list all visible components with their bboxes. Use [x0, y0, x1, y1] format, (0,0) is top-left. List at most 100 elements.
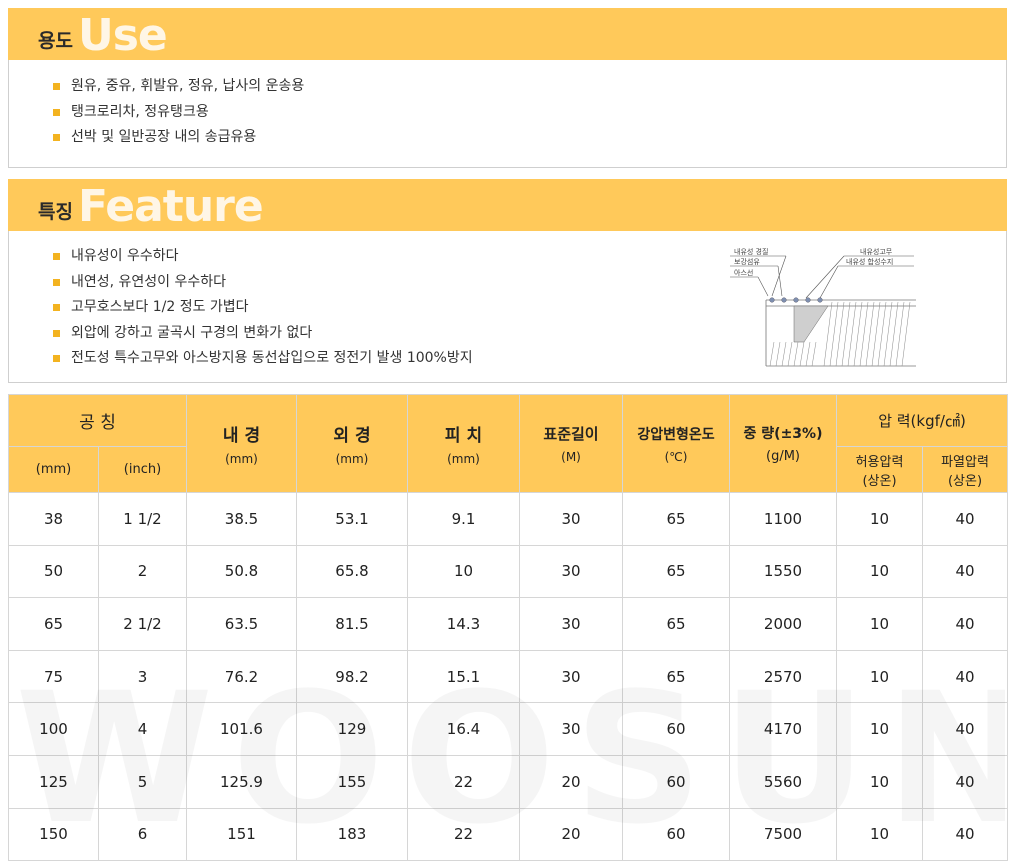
list-item: 원유, 중유, 휘발유, 정유, 납사의 운송용 [53, 74, 304, 100]
table-cell: 40 [922, 702, 1008, 756]
table-cell: 65 [622, 597, 730, 651]
table-cell: 4 [98, 702, 187, 756]
spec-table-body: 38 1 1/2 38.5 53.1 9.1 30 65 1100 10 40 50 2 50.8 65.… [8, 492, 1008, 862]
table-cell: 50 [8, 544, 99, 599]
table-cell: 60 [622, 702, 730, 756]
table-cell: 10 [836, 702, 923, 756]
table-cell: 65.8 [296, 544, 408, 599]
table-cell: 4170 [729, 702, 837, 756]
table-cell: 3 [98, 649, 187, 704]
header-outer-diameter: 외 경 (mm) [296, 394, 408, 493]
list-item: 전도성 특수고무와 아스방지용 동선삽입으로 정전기 발생 100%방지 [53, 346, 473, 372]
header-pitch: 피 치 (mm) [407, 394, 520, 493]
bullet-square-icon [53, 329, 60, 337]
list-item: 고무호스보다 1/2 정도 가볍다 [53, 295, 473, 321]
table-cell: 40 [922, 597, 1008, 651]
table-cell: 9.1 [407, 492, 520, 546]
table-cell: 10 [407, 544, 520, 599]
table-cell: 10 [836, 649, 923, 704]
table-row: 75 3 76.2 98.2 15.1 30 65 2570 10 40 [8, 649, 1008, 704]
table-row: 100 4 101.6 129 16.4 30 60 4170 10 40 [8, 702, 1008, 756]
table-cell: 10 [836, 807, 923, 862]
table-cell: 183 [296, 807, 408, 862]
use-list: 원유, 중유, 휘발유, 정유, 납사의 운송용 탱크로리차, 정유탱크용 선박… [53, 74, 304, 151]
use-section-title: 용도 [38, 30, 73, 52]
table-cell: 125 [8, 754, 99, 809]
table-cell: 150 [8, 807, 99, 862]
table-cell: 53.1 [296, 492, 408, 546]
bullet-square-icon [53, 253, 60, 260]
feature-section-title: 특징 [38, 201, 73, 223]
table-cell: 2570 [729, 649, 837, 704]
table-cell: 38 [8, 492, 99, 546]
table-cell: 60 [622, 754, 730, 809]
list-item: 외압에 강하고 굴곡시 구경의 변화가 없다 [53, 321, 473, 347]
table-row: 150 6 151 183 22 20 60 7500 10 40 [8, 807, 1008, 862]
table-cell: 81.5 [296, 597, 408, 651]
header-inner-diameter: 내 경 (mm) [186, 394, 297, 493]
table-row: 65 2 1/2 63.5 81.5 14.3 30 65 2000 10 40 [8, 597, 1008, 651]
hose-structure-diagram: 내유성 경질 보강섬유 아스선 내유성고무 내유성 합성수지 [728, 244, 918, 372]
feature-list: 내유성이 우수하다 내연성, 유연성이 우수하다 고무호스보다 1/2 정도 가… [53, 244, 473, 372]
table-cell: 30 [519, 702, 623, 756]
table-cell: 20 [519, 807, 623, 862]
table-cell: 6 [98, 807, 187, 862]
table-cell: 75 [8, 649, 99, 704]
table-cell: 10 [836, 754, 923, 809]
table-cell: 15.1 [407, 649, 520, 704]
header-allowable-pressure: 허용압력 (상온) [836, 446, 923, 493]
list-item: 탱크로리차, 정유탱크용 [53, 100, 304, 126]
table-cell: 65 [622, 544, 730, 599]
table-cell: 1550 [729, 544, 837, 599]
header-pressure: 압 력(kgf/㎠) [836, 394, 1008, 447]
table-cell: 155 [296, 754, 408, 809]
use-section-body: 원유, 중유, 휘발유, 정유, 납사의 운송용 탱크로리차, 정유탱크용 선박… [8, 60, 1007, 168]
table-cell: 129 [296, 702, 408, 756]
table-row: 50 2 50.8 65.8 10 30 65 1550 10 40 [8, 544, 1008, 599]
list-item: 내연성, 유연성이 우수하다 [53, 270, 473, 296]
table-cell: 30 [519, 492, 623, 546]
table-cell: 65 [8, 597, 99, 651]
header-nominal: 공 칭 [8, 394, 187, 447]
bullet-square-icon [53, 304, 60, 311]
header-burst-pressure: 파열압력 (상온) [922, 446, 1008, 493]
table-cell: 22 [407, 754, 520, 809]
table-cell: 22 [407, 807, 520, 862]
table-cell: 10 [836, 544, 923, 599]
table-cell: 1 1/2 [98, 492, 187, 546]
table-cell: 5 [98, 754, 187, 809]
table-cell: 16.4 [407, 702, 520, 756]
table-cell: 20 [519, 754, 623, 809]
table-cell: 14.3 [407, 597, 520, 651]
hose-drawing [730, 255, 916, 367]
header-temperature: 강압변형온도 (℃) [622, 394, 730, 493]
table-cell: 60 [622, 807, 730, 862]
table-row: 38 1 1/2 38.5 53.1 9.1 30 65 1100 10 40 [8, 492, 1008, 546]
feature-section-header: 특징 Feature [8, 179, 1007, 232]
use-section-header: 용도 Use [8, 8, 1007, 61]
table-cell: 40 [922, 754, 1008, 809]
header-weight: 중 량(±3%) (g/M) [729, 394, 837, 493]
header-nominal-inch: (inch) [98, 446, 187, 493]
table-cell: 2 [98, 544, 187, 599]
table-cell: 40 [922, 649, 1008, 704]
bullet-square-icon [53, 278, 60, 286]
table-cell: 1100 [729, 492, 837, 546]
table-cell: 65 [622, 492, 730, 546]
bullet-square-icon [53, 134, 60, 141]
list-item: 선박 및 일반공장 내의 송급유용 [53, 125, 304, 151]
table-cell: 30 [519, 597, 623, 651]
use-section-title-en: Use [78, 10, 168, 61]
bullet-square-icon [53, 355, 60, 362]
table-cell: 125.9 [186, 754, 297, 809]
table-cell: 63.5 [186, 597, 297, 651]
table-cell: 40 [922, 807, 1008, 862]
table-cell: 151 [186, 807, 297, 862]
feature-section-title-en: Feature [78, 181, 264, 232]
table-cell: 2 1/2 [98, 597, 187, 651]
table-cell: 65 [622, 649, 730, 704]
table-cell: 30 [519, 544, 623, 599]
bullet-square-icon [53, 108, 60, 116]
table-cell: 40 [922, 492, 1008, 546]
spec-table: 공 칭 내 경 (mm) 외 경 (mm) 피 치 (mm) 표준길이 (M) … [8, 394, 1008, 862]
